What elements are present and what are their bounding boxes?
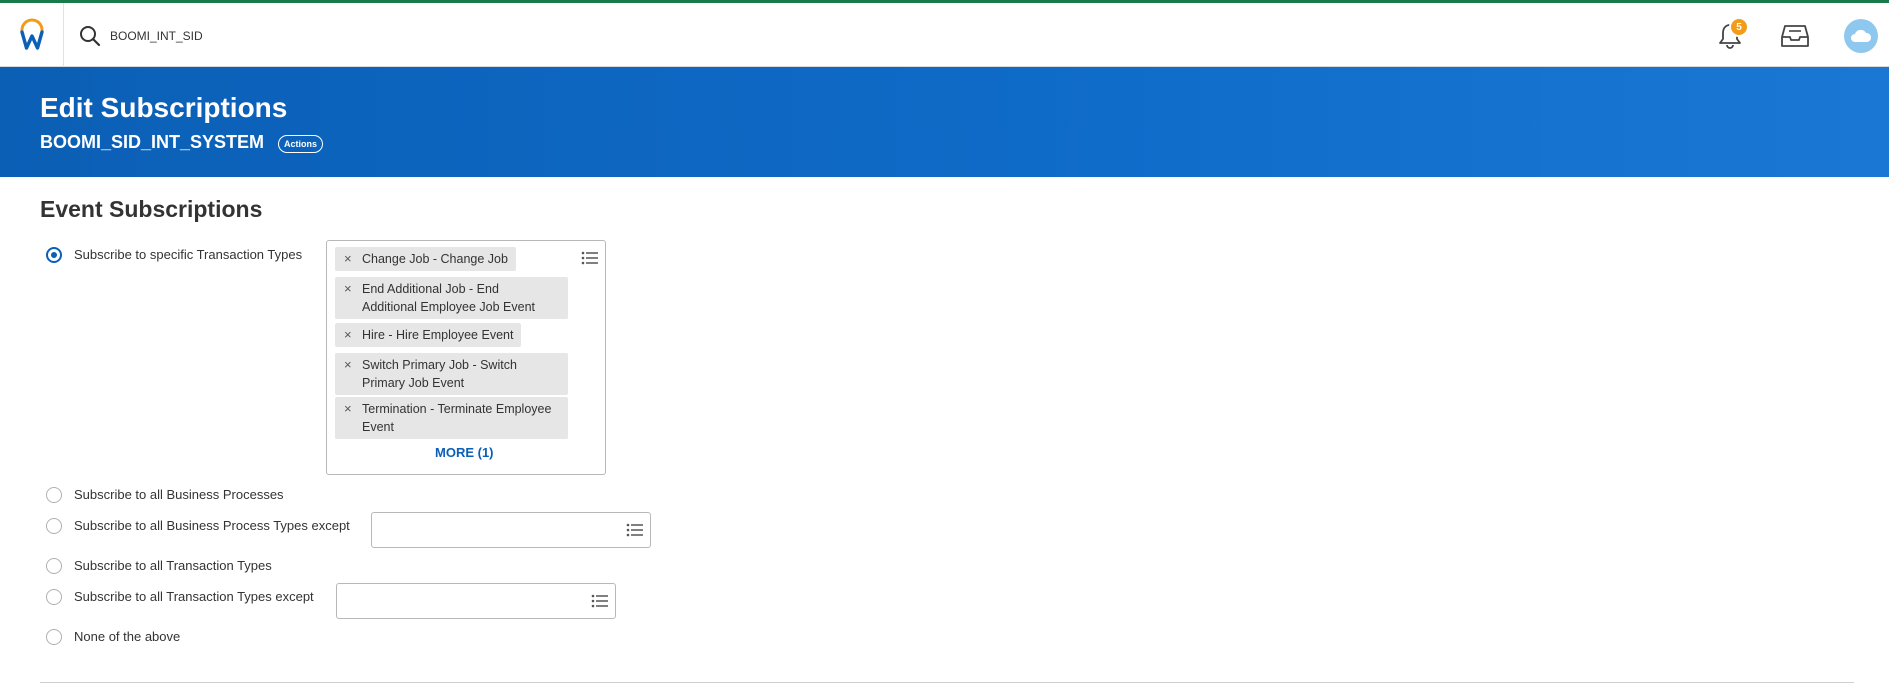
remove-icon[interactable]: ×	[344, 280, 352, 298]
integration-system-name: BOOMI_SID_INT_SYSTEM	[40, 132, 265, 152]
actions-button[interactable]: Actions	[278, 135, 324, 153]
pill-label-continued: Additional Employee Job Event	[362, 300, 536, 314]
list-icon[interactable]	[626, 523, 644, 537]
radio-none-of-the-above[interactable]	[46, 629, 62, 645]
selected-item-pill: × Change Job - Change Job	[335, 247, 516, 271]
radio-label: Subscribe to all Business Processes	[74, 487, 284, 502]
remove-icon[interactable]: ×	[344, 356, 352, 374]
pill-label: Switch Primary Job - Switch	[362, 358, 517, 372]
radio-label: Subscribe to all Transaction Types	[74, 558, 272, 573]
list-icon[interactable]	[591, 594, 609, 608]
remove-icon[interactable]: ×	[344, 326, 352, 344]
radio-label: Subscribe to specific Transaction Types	[74, 247, 303, 262]
workday-logo-icon[interactable]	[0, 3, 64, 67]
radio-specific-transaction-types[interactable]	[46, 247, 62, 263]
radio-all-business-processes[interactable]	[46, 487, 62, 503]
radio-all-transaction-types-except[interactable]	[46, 589, 62, 605]
remove-icon[interactable]: ×	[344, 250, 352, 268]
section-title: Event Subscriptions	[40, 196, 263, 222]
selected-item-pill: × Hire - Hire Employee Event	[335, 323, 522, 347]
page-header: Edit Subscriptions BOOMI_SID_INT_SYSTEM …	[0, 67, 1889, 177]
pill-label: Hire - Hire Employee Event	[362, 328, 514, 342]
pill-label: Termination - Terminate Employee	[362, 402, 552, 416]
radio-label: Subscribe to all Business Process Types …	[74, 518, 350, 533]
radio-label: None of the above	[74, 629, 181, 644]
pill-label-continued: Primary Job Event	[362, 376, 465, 390]
selected-item-pill: × Switch Primary Job - Switch Primary Jo…	[335, 353, 568, 395]
notification-count-badge: 5	[1729, 17, 1749, 37]
radio-all-transaction-types[interactable]	[46, 558, 62, 574]
radio-all-business-process-types-except[interactable]	[46, 518, 62, 534]
section-divider	[40, 682, 1854, 683]
remove-icon[interactable]: ×	[344, 400, 352, 418]
selected-item-pill: × End Additional Job - End Additional Em…	[335, 277, 568, 319]
transaction-types-multiselect[interactable]: × Change Job - Change Job × End Addition…	[326, 240, 606, 475]
selected-item-pill: × Termination - Terminate Employee Event	[335, 397, 568, 439]
transaction-types-prompt[interactable]	[336, 583, 616, 619]
list-icon[interactable]	[581, 251, 599, 265]
cloud-avatar-icon[interactable]	[1844, 19, 1878, 53]
search-input[interactable]	[110, 23, 510, 49]
page-title: Edit Subscriptions	[40, 92, 288, 123]
pill-label: Change Job - Change Job	[362, 252, 508, 266]
inbox-icon[interactable]	[1780, 23, 1810, 49]
radio-label: Subscribe to all Transaction Types excep…	[74, 589, 314, 604]
more-link[interactable]: MORE (1)	[435, 445, 494, 460]
business-process-types-prompt[interactable]	[371, 512, 651, 548]
pill-label-continued: Event	[362, 420, 394, 434]
search-icon[interactable]	[79, 25, 101, 47]
top-navigation-bar: 5	[0, 3, 1889, 67]
pill-label: End Additional Job - End	[362, 282, 499, 296]
